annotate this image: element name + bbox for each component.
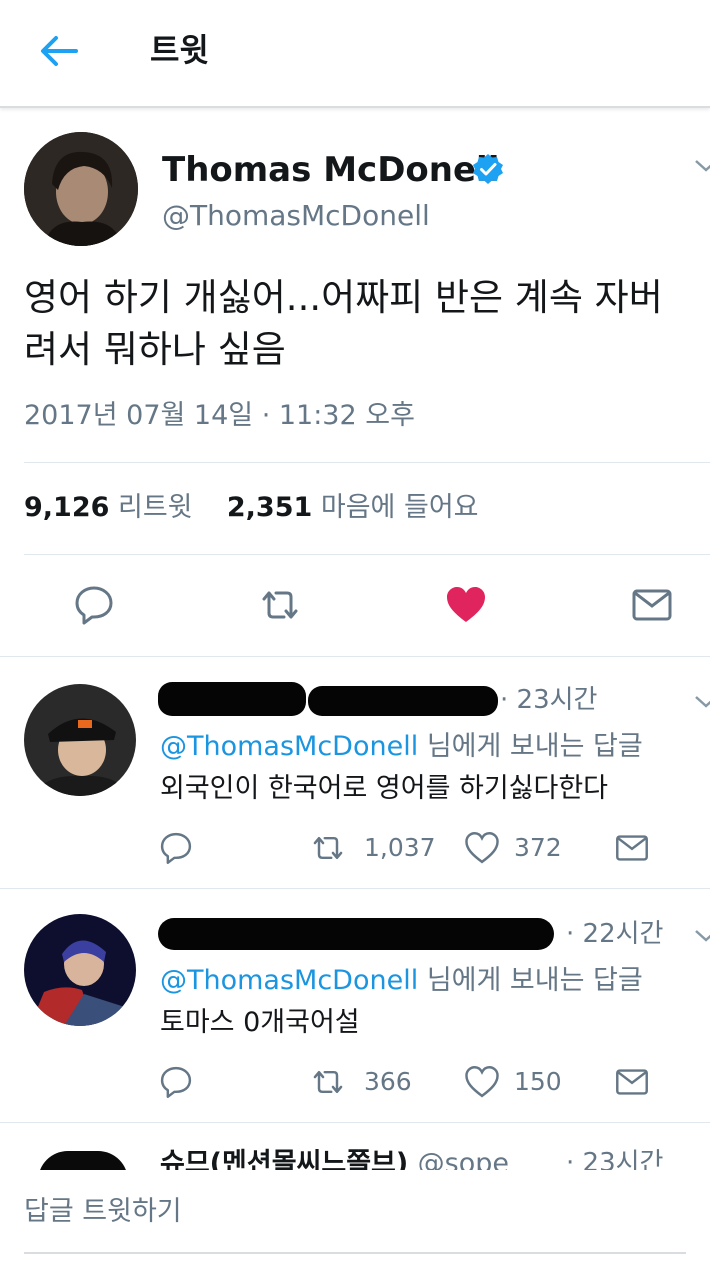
share-mail-icon[interactable] [630, 583, 674, 627]
like-count: 372 [514, 833, 562, 862]
author-handle[interactable]: @ThomasMcDonell [162, 198, 430, 234]
mention-link[interactable]: @ThomasMcDonell [160, 731, 418, 762]
reply-context-label: 님에게 보내는 답글 [426, 731, 643, 762]
reply-context-label: 님에게 보내는 답글 [426, 965, 643, 996]
like-heart-icon[interactable] [464, 830, 500, 866]
mention-link[interactable]: @ThomasMcDonell [160, 965, 418, 996]
retweet-icon[interactable] [258, 583, 302, 627]
redacted-name [158, 682, 306, 716]
share-mail-icon[interactable] [614, 1064, 650, 1100]
redacted-handle [308, 686, 498, 716]
retweet-count: 366 [364, 1067, 412, 1096]
reply-icon[interactable] [72, 583, 116, 627]
reply-context: @ThomasMcDonell 님에게 보내는 답글 [160, 728, 643, 766]
redacted-name [158, 918, 554, 950]
retweet-count[interactable]: 9,126 [24, 492, 109, 523]
retweet-count: 1,037 [364, 833, 436, 862]
retweet-label[interactable]: 리트윗 [118, 492, 193, 523]
reply-text: 토마스 0개국어설 [160, 1007, 360, 1038]
divider [24, 462, 710, 463]
tweet-text: 영어 하기 개싫어...어짜피 반은 계속 자버려서 뭐하나 싶음 [24, 276, 663, 371]
tweet-timestamp: 2017년 07월 14일 · 11:32 오후 [24, 400, 415, 431]
page-title: 트윗 [150, 31, 209, 69]
author-name[interactable]: Thomas McDonell [162, 148, 499, 192]
reply-time: · 22시간 [566, 919, 664, 949]
back-arrow-icon[interactable] [36, 28, 82, 74]
reply-avatar[interactable] [38, 1151, 128, 1170]
top-bar [0, 0, 710, 108]
reply-time: · 23시간 [566, 1148, 664, 1170]
retweet-icon[interactable] [310, 830, 346, 866]
chevron-down-icon[interactable] [694, 158, 710, 172]
reply-author-name[interactable]: 슈므(멘션몰씨느쫄브) @sope [160, 1145, 509, 1170]
reply-text: 외국인이 한국어로 영어를 하기싫다한다 [160, 773, 609, 804]
verified-badge-icon [472, 153, 504, 185]
reply-icon[interactable] [158, 830, 194, 866]
tweet-stats: 9,126 리트윗 2,351 마음에 들어요 [24, 488, 479, 528]
reply-avatar[interactable] [24, 684, 136, 796]
reply-context: @ThomasMcDonell 님에게 보내는 답글 [160, 962, 643, 1000]
reply-item-partial[interactable]: 슈므(멘션몰씨느쫄브) @sope · 23시간 [0, 1123, 710, 1170]
like-label[interactable]: 마음에 들어요 [321, 492, 479, 523]
reply-icon[interactable] [158, 1064, 194, 1100]
divider [0, 888, 710, 889]
like-count: 150 [514, 1067, 562, 1096]
reply-input[interactable]: 답글 트윗하기 [24, 1192, 182, 1232]
like-heart-icon[interactable] [444, 583, 488, 627]
divider [24, 554, 710, 555]
retweet-icon[interactable] [310, 1064, 346, 1100]
chevron-down-icon[interactable] [694, 928, 710, 942]
chevron-down-icon[interactable] [694, 694, 710, 708]
author-avatar[interactable] [24, 132, 138, 246]
like-count[interactable]: 2,351 [227, 492, 312, 523]
like-heart-icon[interactable] [464, 1064, 500, 1100]
input-underline [24, 1252, 686, 1254]
reply-avatar[interactable] [24, 914, 136, 1026]
reply-time: · 23시간 [500, 685, 598, 715]
share-mail-icon[interactable] [614, 830, 650, 866]
divider [0, 656, 710, 657]
